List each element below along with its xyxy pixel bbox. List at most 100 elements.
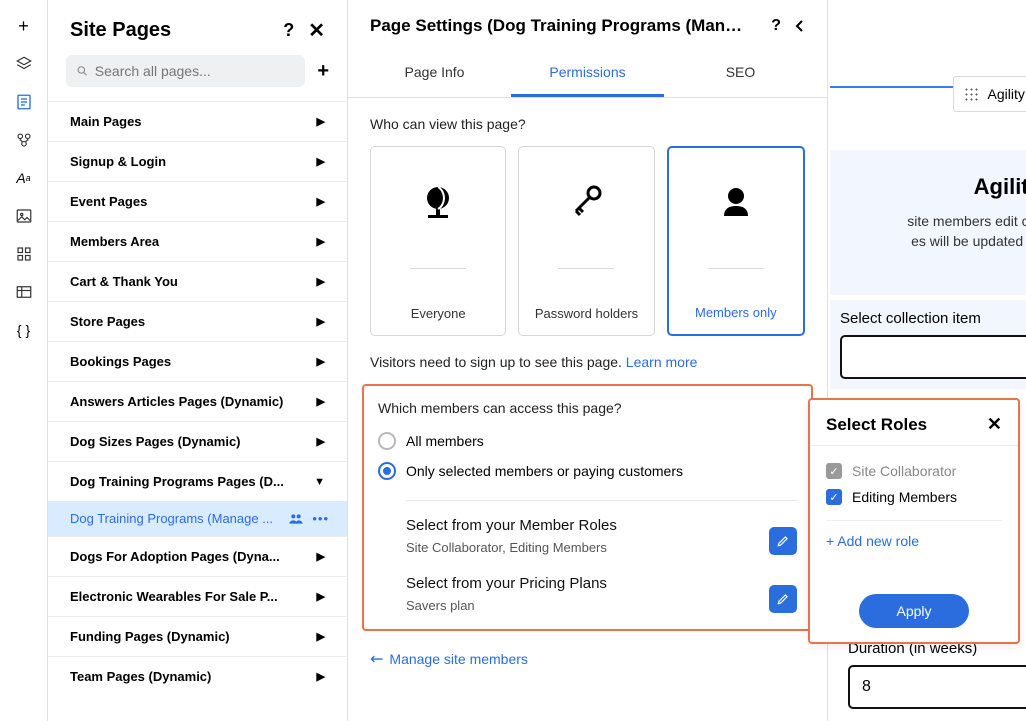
radio-option[interactable]: All members <box>378 426 797 456</box>
sidebar-title: Site Pages <box>70 19 171 42</box>
chevron-right-icon: ▶ <box>317 670 325 683</box>
role-item[interactable]: ✓Editing Members <box>826 484 1002 510</box>
drag-icon <box>964 87 978 101</box>
help-text: Visitors need to sign up to see this pag… <box>370 354 805 370</box>
radio-icon <box>378 432 396 450</box>
checkbox-icon: ✓ <box>826 463 842 479</box>
perm-members[interactable]: Members only <box>667 146 805 336</box>
page-group[interactable]: Dog Training Programs Pages (D...▼ <box>48 461 347 501</box>
table-icon[interactable] <box>14 282 34 302</box>
role-item[interactable]: ✓Site Collaborator <box>826 458 1002 484</box>
chevron-right-icon: ▶ <box>317 395 325 408</box>
page-group[interactable]: Signup & Login▶ <box>48 141 347 181</box>
chevron-right-icon: ▶ <box>317 550 325 563</box>
search-input[interactable] <box>95 63 296 79</box>
edit-pricing-plans-button[interactable] <box>769 585 797 613</box>
panel-help-icon[interactable]: ? <box>771 17 781 35</box>
page-group[interactable]: Dogs For Adoption Pages (Dyna...▶ <box>48 536 347 576</box>
chevron-right-icon: ▶ <box>317 315 325 328</box>
page-group[interactable]: Cart & Thank You▶ <box>48 261 347 301</box>
roles-close-icon[interactable]: ✕ <box>987 414 1002 435</box>
chevron-right-icon: ▶ <box>317 435 325 448</box>
add-page-button[interactable]: + <box>317 60 329 83</box>
members-icon <box>716 172 756 232</box>
page-group[interactable]: Funding Pages (Dynamic)▶ <box>48 616 347 656</box>
edit-member-roles-button[interactable] <box>769 527 797 555</box>
tab-seo[interactable]: SEO <box>664 50 817 97</box>
sidebar: Site Pages ? ✕ + Main Pages▶Signup & Log… <box>48 0 348 721</box>
select-roles-popup: Select Roles ✕ ✓Site Collaborator✓Editin… <box>808 398 1020 644</box>
page-group[interactable]: Members Area▶ <box>48 221 347 261</box>
which-members-label: Which members can access this page? <box>378 400 797 416</box>
search-row: + <box>48 55 347 101</box>
chevron-right-icon: ▶ <box>317 155 325 168</box>
page-group[interactable]: Event Pages▶ <box>48 181 347 221</box>
page-group[interactable]: Bookings Pages▶ <box>48 341 347 381</box>
select-item-input[interactable] <box>840 335 1026 379</box>
page-list: Main Pages▶Signup & Login▶Event Pages▶Me… <box>48 101 347 721</box>
pricing-plans-value: Savers plan <box>406 598 607 613</box>
add-new-role-link[interactable]: + Add new role <box>826 533 1002 549</box>
page-group[interactable]: Store Pages▶ <box>48 301 347 341</box>
chevron-down-icon: ▼ <box>314 476 325 488</box>
settings-panel: Page Settings (Dog Training Programs (Ma… <box>348 0 828 721</box>
tabs: Page InfoPermissionsSEO <box>348 50 827 98</box>
text-icon[interactable]: Aa <box>14 168 34 188</box>
close-icon[interactable]: ✕ <box>308 18 325 43</box>
select-item-label: Select collection item <box>840 310 1026 327</box>
chevron-right-icon: ▶ <box>317 630 325 643</box>
learn-more-link[interactable]: Learn more <box>626 354 698 370</box>
chevron-right-icon: ▶ <box>317 275 325 288</box>
page-group[interactable]: Answers Articles Pages (Dynamic)▶ <box>48 381 347 421</box>
pricing-plans-title: Select from your Pricing Plans <box>406 575 607 592</box>
member-roles-value: Site Collaborator, Editing Members <box>406 540 617 555</box>
permission-options: EveryonePassword holdersMembers only <box>370 146 805 336</box>
search-icon <box>76 64 89 78</box>
page-group[interactable]: Team Pages (Dynamic)▶ <box>48 656 347 696</box>
more-icon[interactable]: ••• <box>312 511 329 526</box>
chevron-right-icon: ▶ <box>317 235 325 248</box>
canvas-subtext: site members edit collectiones will be u… <box>840 212 1026 271</box>
code-icon[interactable]: { } <box>14 320 34 340</box>
everyone-icon <box>418 171 458 231</box>
panel-title: Page Settings (Dog Training Programs (Ma… <box>370 16 750 36</box>
canvas-heading: Agility Tra <box>840 174 1026 200</box>
sidebar-header: Site Pages ? ✕ <box>48 0 347 55</box>
chevron-right-icon: ▶ <box>317 115 325 128</box>
add-icon[interactable]: + <box>14 16 34 36</box>
apps-icon[interactable] <box>14 244 34 264</box>
manage-members-link[interactable]: ↗ Manage site members <box>370 649 805 669</box>
layers-icon[interactable] <box>14 54 34 74</box>
password-icon <box>566 171 606 231</box>
panel-body: Who can view this page? EveryonePassword… <box>348 98 827 677</box>
chevron-right-icon: ▶ <box>317 195 325 208</box>
apply-button[interactable]: Apply <box>859 594 969 628</box>
tab-page-info[interactable]: Page Info <box>358 50 511 97</box>
image-icon[interactable] <box>14 206 34 226</box>
left-rail: + Aa { } <box>0 0 48 721</box>
tab-permissions[interactable]: Permissions <box>511 50 664 97</box>
who-can-view-label: Who can view this page? <box>370 116 805 132</box>
search-box[interactable] <box>66 55 305 87</box>
duration-input[interactable]: 8 <box>848 665 1026 709</box>
radio-option[interactable]: Only selected members or paying customer… <box>378 456 797 486</box>
chevron-right-icon: ▶ <box>317 355 325 368</box>
members-access-highlight: Which members can access this page? All … <box>362 384 813 631</box>
perm-everyone[interactable]: Everyone <box>370 146 506 336</box>
page-group[interactable]: Dog Sizes Pages (Dynamic)▶ <box>48 421 347 461</box>
users-icon[interactable] <box>14 130 34 150</box>
radio-icon <box>378 462 396 480</box>
canvas-element-chip[interactable]: Agility Tra <box>953 76 1026 112</box>
external-link-icon: ↗ <box>365 647 389 671</box>
chevron-right-icon: ▶ <box>317 590 325 603</box>
perm-password[interactable]: Password holders <box>518 146 654 336</box>
help-icon[interactable]: ? <box>283 20 294 41</box>
page-group[interactable]: Electronic Wearables For Sale P...▶ <box>48 576 347 616</box>
page-item-selected[interactable]: Dog Training Programs (Manage ...••• <box>48 501 347 536</box>
member-roles-title: Select from your Member Roles <box>406 517 617 534</box>
pages-icon[interactable] <box>14 92 34 112</box>
page-group[interactable]: Main Pages▶ <box>48 101 347 141</box>
panel-header: Page Settings (Dog Training Programs (Ma… <box>348 0 827 50</box>
roles-popup-title: Select Roles <box>826 415 927 435</box>
panel-back-icon[interactable] <box>795 19 805 33</box>
